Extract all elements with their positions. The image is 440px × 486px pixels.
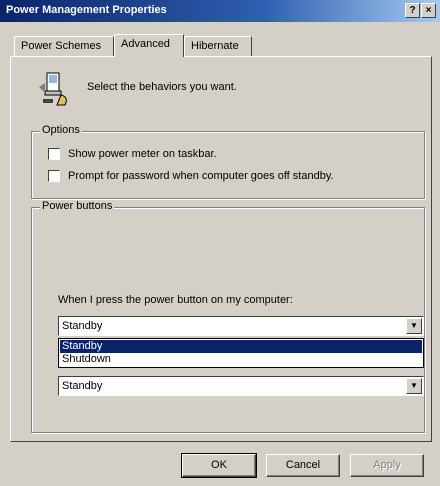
checkbox-box[interactable] — [48, 148, 60, 160]
power-button-prompt: When I press the power button on my comp… — [58, 294, 293, 306]
power-buttons-group: Power buttons When I press the power but… — [31, 200, 425, 433]
properties-dialog: Power Management Properties ? × Power Sc… — [0, 0, 440, 486]
help-button[interactable]: ? — [405, 3, 420, 18]
dropdown-option-standby[interactable]: Standby — [60, 340, 422, 353]
dropdown-option-shutdown[interactable]: Shutdown — [60, 353, 422, 366]
advanced-panel: Select the behaviors you want. Options S… — [10, 56, 432, 442]
power-button-action-select[interactable]: Standby ▼ — [58, 316, 424, 336]
sleep-button-action-value: Standby — [62, 380, 103, 392]
checkbox-box[interactable] — [48, 170, 60, 182]
show-power-meter-label: Show power meter on taskbar. — [68, 148, 217, 160]
show-power-meter-checkbox[interactable]: Show power meter on taskbar. — [48, 148, 217, 162]
cancel-button[interactable]: Cancel — [266, 454, 340, 477]
prompt-password-checkbox[interactable]: Prompt for password when computer goes o… — [48, 170, 334, 184]
power-button-dropdown-list: Standby Shutdown — [58, 338, 424, 368]
header-text: Select the behaviors you want. — [87, 81, 237, 93]
ok-button[interactable]: OK — [181, 453, 257, 478]
apply-button[interactable]: Apply — [350, 454, 424, 477]
chevron-down-icon[interactable]: ▼ — [406, 378, 422, 394]
options-group-label: Options — [40, 124, 82, 136]
prompt-password-label: Prompt for password when computer goes o… — [68, 170, 334, 182]
power-buttons-group-label: Power buttons — [40, 200, 115, 212]
close-button[interactable]: × — [421, 3, 436, 18]
tab-advanced[interactable]: Advanced — [114, 34, 184, 57]
tab-hibernate[interactable]: Hibernate — [184, 36, 252, 56]
window-title: Power Management Properties — [6, 4, 167, 16]
tab-power-schemes[interactable]: Power Schemes — [14, 36, 114, 56]
sleep-button-action-select[interactable]: Standby ▼ — [58, 376, 424, 396]
computer-power-icon — [35, 69, 75, 112]
title-bar[interactable]: Power Management Properties ? × — [0, 0, 440, 22]
power-button-action-value: Standby — [62, 320, 103, 332]
chevron-down-icon[interactable]: ▼ — [406, 318, 422, 334]
options-group: Options Show power meter on taskbar. Pro… — [31, 124, 425, 199]
